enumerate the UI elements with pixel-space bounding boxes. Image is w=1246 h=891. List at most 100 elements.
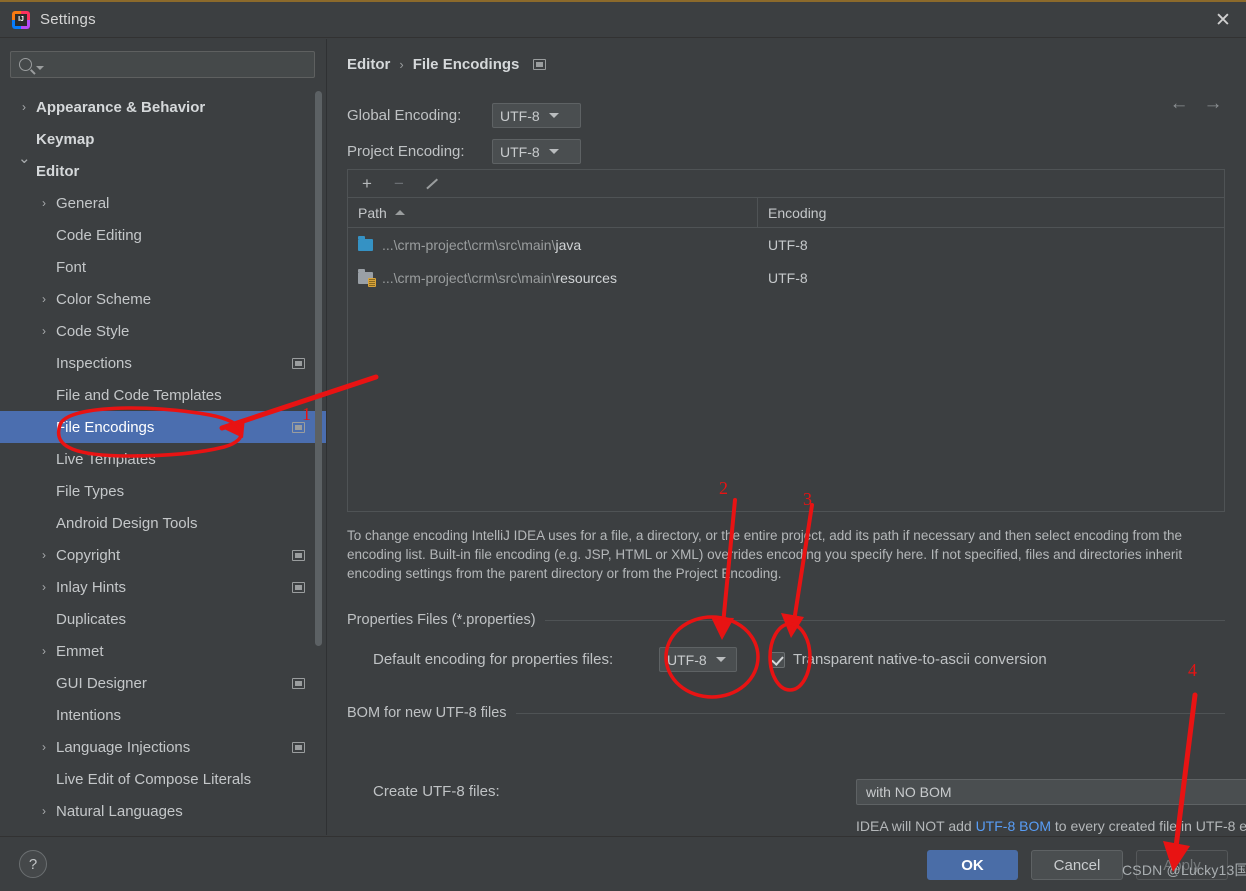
chevron-right-icon[interactable]: › — [38, 581, 50, 593]
project-encoding-label: Project Encoding: — [347, 143, 465, 160]
chevron-right-icon[interactable]: › — [18, 101, 30, 113]
sidebar-item-editor[interactable]: ⌄ Editor — [0, 151, 326, 187]
table-cell-encoding[interactable]: UTF-8 — [758, 270, 808, 286]
default-properties-encoding-select[interactable]: UTF-8 — [659, 647, 737, 672]
sidebar-item-android-design-tools[interactable]: Android Design Tools — [0, 507, 326, 539]
sidebar-item-file-types[interactable]: File Types — [0, 475, 326, 507]
transparent-native-to-ascii-label: Transparent native-to-ascii conversion — [793, 651, 1047, 668]
encodings-table-toolbar: + − — [348, 170, 1224, 198]
add-path-button[interactable]: + — [358, 174, 376, 193]
table-row[interactable]: ...\crm-project\crm\src\main\ java UTF-8 — [348, 228, 1224, 261]
project-scope-badge-icon — [533, 59, 547, 70]
sidebar-item-label: Code Editing — [56, 226, 142, 244]
group-divider — [515, 712, 1225, 714]
sidebar-item-font[interactable]: Font — [0, 251, 326, 283]
sidebar-item-live-templates[interactable]: Live Templates — [0, 443, 326, 475]
column-header-encoding-label: Encoding — [768, 204, 827, 221]
sidebar-item-emmet[interactable]: › Emmet — [0, 635, 326, 667]
chevron-right-icon[interactable]: › — [38, 805, 50, 817]
chevron-right-icon[interactable]: › — [38, 197, 50, 209]
transparent-native-to-ascii-checkbox[interactable] — [769, 651, 785, 668]
chevron-right-icon[interactable]: › — [38, 645, 50, 657]
sidebar-item-live-edit-of-compose-literals[interactable]: Live Edit of Compose Literals — [0, 763, 326, 795]
sidebar-item-code-style[interactable]: › Code Style — [0, 315, 326, 347]
chevron-down-icon — [36, 65, 44, 70]
bom-note-link[interactable]: UTF-8 BOM — [976, 818, 1051, 834]
table-cell-path: ...\crm-project\crm\src\main\ java — [348, 235, 758, 253]
sidebar-item-code-editing[interactable]: Code Editing — [0, 219, 326, 251]
chevron-down-icon — [548, 113, 559, 118]
sidebar-item-label: Appearance & Behavior — [36, 98, 206, 116]
nav-forward-icon[interactable]: → — [1200, 91, 1226, 117]
sidebar-item-intentions[interactable]: Intentions — [0, 699, 326, 731]
sidebar-item-label: Keymap — [36, 130, 95, 148]
sidebar-item-label: GUI Designer — [56, 674, 147, 692]
table-cell-encoding[interactable]: UTF-8 — [758, 237, 808, 253]
chevron-right-icon[interactable]: › — [38, 741, 50, 753]
chevron-down-icon — [548, 149, 559, 154]
project-encoding-select[interactable]: UTF-8 — [492, 139, 581, 164]
cancel-button[interactable]: Cancel — [1031, 850, 1123, 880]
project-scope-badge-icon — [292, 741, 305, 753]
create-utf8-files-select[interactable]: with NO BOM — [856, 779, 1246, 805]
column-header-path[interactable]: Path — [348, 197, 758, 228]
table-cell-path-name: java — [555, 236, 582, 253]
sidebar-item-label: Duplicates — [56, 610, 127, 628]
sidebar-item-file-encodings[interactable]: File Encodings — [0, 411, 326, 443]
watermark: CSDN @Lucky13国 — [1122, 862, 1246, 878]
properties-files-group-title: Properties Files (*.properties) — [347, 612, 536, 628]
edit-pencil-icon[interactable] — [422, 175, 440, 193]
sidebar-item-keymap[interactable]: Keymap — [0, 123, 326, 155]
search-icon — [19, 58, 32, 71]
sidebar-item-natural-languages[interactable]: › Natural Languages — [0, 795, 326, 827]
sidebar-item-duplicates[interactable]: Duplicates — [0, 603, 326, 635]
sidebar-item-label: General — [56, 194, 110, 212]
sidebar-item-label: Editor — [36, 162, 80, 180]
help-button[interactable]: ? — [19, 850, 47, 878]
sidebar-item-appearance-behavior[interactable]: › Appearance & Behavior — [0, 91, 326, 123]
sidebar-item-file-and-code-templates[interactable]: File and Code Templates — [0, 379, 326, 411]
create-utf8-files-row: Create UTF-8 files: — [373, 783, 500, 800]
chevron-down-icon[interactable]: ⌄ — [18, 151, 31, 166]
encodings-description: To change encoding IntelliJ IDEA uses fo… — [347, 528, 1183, 581]
sidebar-item-copyright[interactable]: › Copyright — [0, 539, 326, 571]
breadcrumb-parent[interactable]: Editor — [347, 56, 390, 73]
remove-path-button[interactable]: − — [390, 174, 408, 193]
ok-button[interactable]: OK — [927, 850, 1018, 880]
close-icon[interactable]: ✕ — [1200, 2, 1246, 38]
sidebar-item-label: Live Templates — [56, 450, 156, 468]
sidebar-item-label: Live Edit of Compose Literals — [56, 770, 252, 788]
global-encoding-label: Global Encoding: — [347, 107, 462, 124]
chevron-right-icon[interactable]: › — [38, 325, 50, 337]
bom-group-header: BOM for new UTF-8 files — [347, 705, 1225, 721]
sidebar-item-inlay-hints[interactable]: › Inlay Hints — [0, 571, 326, 603]
sidebar-scrollbar[interactable] — [315, 91, 322, 835]
table-row[interactable]: ...\crm-project\crm\src\main\ resources UT… — [348, 261, 1224, 294]
window-title: Settings — [40, 11, 96, 28]
sidebar-scrollbar-thumb[interactable] — [315, 91, 322, 646]
sidebar-item-gui-designer[interactable]: GUI Designer — [0, 667, 326, 699]
settings-tree: › Appearance & Behavior Keymap ⌄ Editor › Gene… — [0, 91, 326, 835]
search-input[interactable] — [10, 51, 315, 78]
project-scope-badge-icon — [292, 357, 305, 369]
global-encoding-select[interactable]: UTF-8 — [492, 103, 581, 128]
sidebar-item-label: File and Code Templates — [56, 386, 222, 404]
nav-back-icon[interactable]: ← — [1166, 91, 1192, 117]
default-properties-encoding-row: Default encoding for properties files: U… — [373, 647, 1047, 672]
column-header-encoding[interactable]: Encoding — [758, 198, 826, 228]
sidebar-item-label: Code Style — [56, 322, 130, 340]
sidebar-item-general[interactable]: › General — [0, 187, 326, 219]
project-scope-badge-icon — [292, 581, 305, 593]
global-encoding-value: UTF-8 — [500, 107, 540, 124]
default-properties-encoding-value: UTF-8 — [667, 651, 707, 668]
table-cell-path-prefix: ...\crm-project\crm\src\main\ — [382, 236, 556, 253]
chevron-down-icon — [715, 657, 726, 662]
chevron-right-icon[interactable]: › — [38, 549, 50, 561]
sidebar-item-color-scheme[interactable]: › Color Scheme — [0, 283, 326, 315]
folder-icon — [358, 235, 373, 251]
sidebar-item-inspections[interactable]: Inspections — [0, 347, 326, 379]
chevron-right-icon[interactable]: › — [38, 293, 50, 305]
sidebar-item-language-injections[interactable]: › Language Injections — [0, 731, 326, 763]
bom-note-suffix: to every created file in UTF-8 encoding — [1054, 818, 1246, 834]
dialog-footer: ? OK Cancel Apply — [0, 836, 1246, 891]
